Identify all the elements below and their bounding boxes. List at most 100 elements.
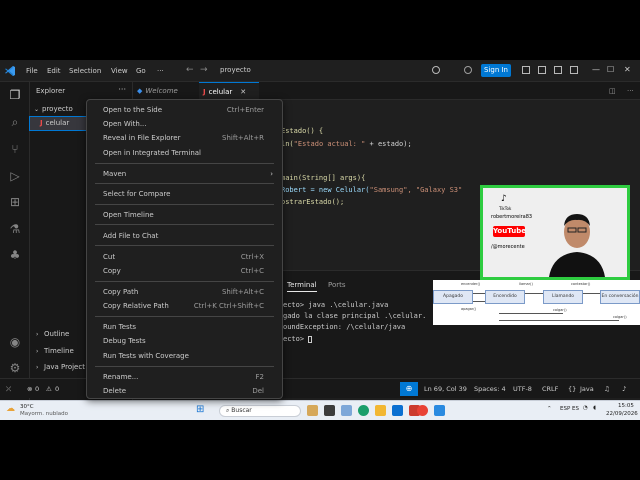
- zoom-icon[interactable]: ⊕: [400, 382, 418, 396]
- language-mode-icon[interactable]: {}: [568, 385, 576, 393]
- errors-count: 0: [35, 385, 40, 393]
- warnings-icon[interactable]: ⚠: [46, 385, 52, 393]
- account-icon[interactable]: ◉: [8, 335, 22, 349]
- volume-icon[interactable]: ◖: [593, 405, 596, 411]
- menu-label: Copy Relative Path: [103, 302, 169, 310]
- menu-copy-path[interactable]: Copy Path Shift+Alt+C: [87, 285, 282, 299]
- line-ending[interactable]: CRLF: [542, 385, 558, 393]
- code-token: ostrarEstado();: [281, 198, 345, 206]
- more-actions-icon[interactable]: ···: [118, 85, 126, 94]
- menu-label: Select for Compare: [103, 190, 171, 198]
- more-menus-icon[interactable]: ···: [157, 67, 164, 75]
- accounts-icon[interactable]: [464, 66, 472, 74]
- menu-add-file-to-chat[interactable]: Add File to Chat: [87, 229, 282, 243]
- app-icon[interactable]: [307, 405, 318, 416]
- menu-open-to-side[interactable]: Open to the Side Ctrl+Enter: [87, 103, 282, 117]
- source-control-icon[interactable]: ⑂: [8, 142, 22, 156]
- menu-open-in-terminal[interactable]: Open in Integrated Terminal: [87, 146, 282, 160]
- chrome-icon[interactable]: [417, 405, 428, 416]
- python-icon[interactable]: ♣: [8, 248, 22, 262]
- diagram-state: Encendido: [485, 290, 525, 304]
- menu-delete[interactable]: Delete Del: [87, 384, 282, 398]
- testing-icon[interactable]: ⚗: [8, 222, 22, 236]
- menu-select-for-compare[interactable]: Select for Compare: [87, 187, 282, 201]
- menu-label: Open in Integrated Terminal: [103, 149, 201, 157]
- split-editor-icon[interactable]: ◫: [605, 82, 616, 100]
- app-icon[interactable]: [341, 405, 352, 416]
- menu-debug-tests[interactable]: Debug Tests: [87, 334, 282, 348]
- menu-go[interactable]: Go: [136, 67, 146, 75]
- tab-welcome[interactable]: ◆ Welcome: [133, 82, 197, 100]
- menu-edit[interactable]: Edit: [47, 67, 61, 75]
- menu-open-with[interactable]: Open With...: [87, 117, 282, 131]
- remote-icon[interactable]: ⤫: [6, 385, 11, 394]
- close-window-icon[interactable]: ✕: [624, 65, 631, 74]
- back-arrow-icon[interactable]: ←: [186, 65, 194, 75]
- task-view-icon[interactable]: [324, 405, 335, 416]
- file-explorer-icon[interactable]: [375, 405, 386, 416]
- menu-run-tests-with-coverage[interactable]: Run Tests with Coverage: [87, 349, 282, 363]
- extensions-icon[interactable]: ⊞: [8, 195, 22, 209]
- tray-chevron-icon[interactable]: ⌃: [547, 406, 552, 412]
- toggle-panel-icon[interactable]: [538, 66, 546, 74]
- indentation[interactable]: Spaces: 4: [474, 385, 506, 393]
- input-language[interactable]: ESP ES: [560, 406, 579, 412]
- language-mode[interactable]: Java: [580, 385, 594, 393]
- state-diagram-image: encender() llamar() contestar() Apagado …: [433, 280, 640, 325]
- vscode-taskbar-icon[interactable]: [434, 405, 445, 416]
- store-icon[interactable]: [392, 405, 403, 416]
- cursor-position[interactable]: Ln 69, Col 39: [424, 385, 467, 393]
- menu-maven[interactable]: Maven ›: [87, 167, 282, 181]
- clock-date[interactable]: 22/09/2026: [606, 411, 638, 417]
- search-icon[interactable]: ⌕: [8, 115, 22, 129]
- tab-ports[interactable]: Ports: [328, 281, 346, 289]
- menu-copy[interactable]: Copy Ctrl+C: [87, 264, 282, 278]
- errors-icon[interactable]: ⊗: [27, 385, 32, 393]
- encoding[interactable]: UTF-8: [513, 385, 532, 393]
- menu-cut[interactable]: Cut Ctrl+X: [87, 250, 282, 264]
- toggle-sidebar-icon[interactable]: [522, 66, 530, 74]
- menu-label: Cut: [103, 253, 116, 261]
- weather-temp[interactable]: 30°C: [20, 404, 34, 410]
- start-icon[interactable]: ⊞: [196, 404, 204, 415]
- run-debug-icon[interactable]: ▷: [8, 169, 22, 183]
- code-line: Robert = new Celular("Samsung", "Galaxy …: [281, 186, 462, 194]
- wifi-icon[interactable]: ◔: [583, 405, 588, 411]
- menu-reveal-in-explorer[interactable]: Reveal in File Explorer Shift+Alt+R: [87, 131, 282, 145]
- tab-terminal[interactable]: Terminal: [287, 281, 317, 292]
- minimize-icon[interactable]: —: [592, 65, 600, 74]
- forward-arrow-icon[interactable]: →: [200, 65, 208, 75]
- menu-view[interactable]: View: [111, 67, 128, 75]
- close-tab-icon[interactable]: ✕: [240, 88, 246, 96]
- explorer-icon[interactable]: ❐: [8, 88, 22, 102]
- clock-time[interactable]: 15:05: [618, 403, 634, 409]
- menu-open-timeline[interactable]: Open Timeline: [87, 208, 282, 222]
- menu-shortcut: F2: [255, 373, 264, 381]
- editor-more-icon[interactable]: ···: [623, 82, 634, 100]
- copilot-icon[interactable]: [432, 66, 440, 74]
- chevron-right-icon: ›: [36, 348, 39, 355]
- editor-tab-bar: ◆ Welcome Jcelular ✕ ◫ ···: [133, 82, 640, 100]
- menu-run-tests[interactable]: Run Tests: [87, 320, 282, 334]
- sign-in-button[interactable]: Sign In: [481, 64, 511, 77]
- menu-selection[interactable]: Selection: [69, 67, 101, 75]
- weather-icon[interactable]: ☁: [6, 404, 15, 414]
- menu-separator: [95, 224, 274, 225]
- menu-rename[interactable]: Rename... F2: [87, 370, 282, 384]
- tiktok-handle: robertmoreira83: [491, 214, 533, 220]
- menu-separator: [95, 183, 274, 184]
- tab-celular[interactable]: Jcelular ✕: [199, 82, 259, 100]
- taskbar-search[interactable]: ⌕ Buscar: [219, 405, 301, 417]
- customize-layout-icon[interactable]: [570, 66, 578, 74]
- toggle-secondary-sidebar-icon[interactable]: [554, 66, 562, 74]
- notifications-icon[interactable]: ♫: [604, 385, 610, 393]
- diagram-arrow: [583, 293, 600, 294]
- menu-file[interactable]: File: [26, 67, 38, 75]
- command-center-search[interactable]: proyecto: [214, 65, 414, 78]
- menu-label: Rename...: [103, 373, 139, 381]
- bell-icon[interactable]: ♪: [622, 385, 626, 393]
- menu-copy-relative-path[interactable]: Copy Relative Path Ctrl+K Ctrl+Shift+C: [87, 299, 282, 313]
- manage-gear-icon[interactable]: ⚙: [8, 361, 22, 375]
- maximize-icon[interactable]: ☐: [607, 65, 614, 74]
- edge-icon[interactable]: [358, 405, 369, 416]
